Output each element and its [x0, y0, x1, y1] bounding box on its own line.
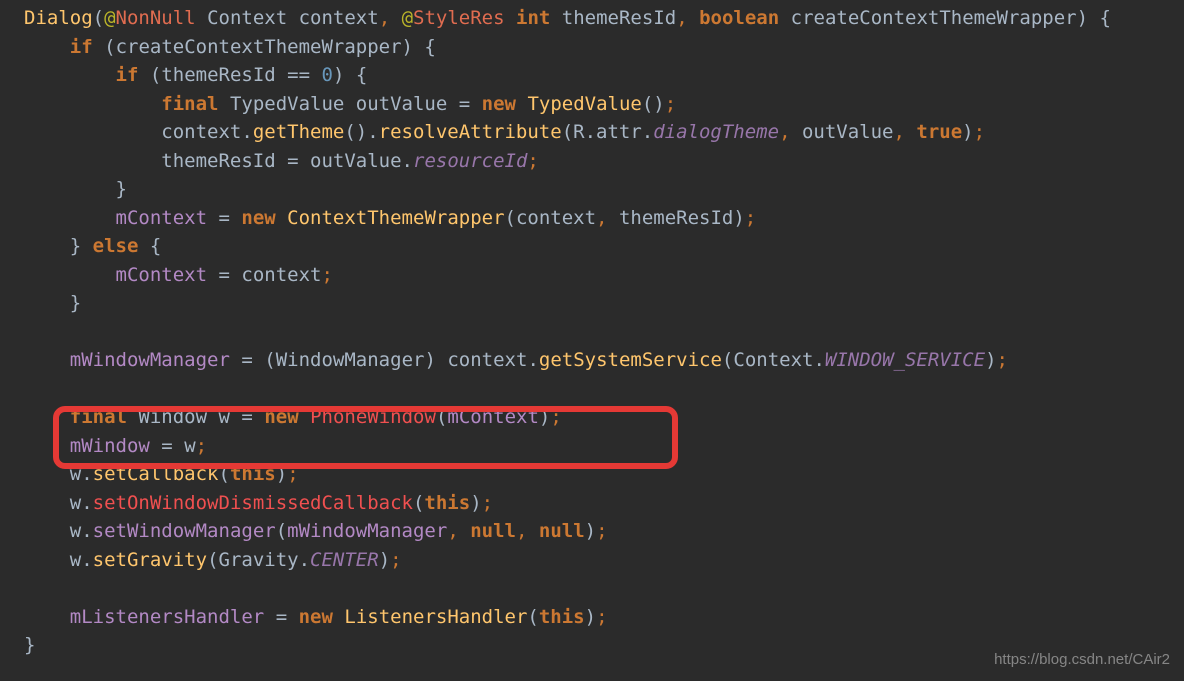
- token: outValue: [356, 93, 448, 115]
- field-ref: mListenersHandler: [70, 606, 264, 628]
- number-literal: 0: [322, 64, 333, 86]
- token: Dialog: [24, 7, 93, 29]
- field-ref: resourceId: [413, 150, 527, 172]
- token: w: [70, 492, 81, 514]
- field-ref: dialogTheme: [653, 121, 779, 143]
- token: Gravity: [219, 549, 299, 571]
- keyword: null: [470, 520, 516, 542]
- token: themeResId: [161, 150, 275, 172]
- keyword: int: [516, 7, 550, 29]
- keyword: final: [161, 93, 218, 115]
- field-ref: mContext: [116, 264, 208, 286]
- method-call: getTheme: [253, 121, 345, 143]
- keyword: final: [70, 406, 127, 428]
- token: outValue: [802, 121, 894, 143]
- code-block: Dialog(@NonNull Context context, @StyleR…: [0, 0, 1184, 660]
- param: createContextThemeWrapper: [791, 7, 1077, 29]
- keyword: new: [241, 207, 275, 229]
- token: Window: [138, 406, 207, 428]
- token: context: [161, 121, 241, 143]
- field-ref: mContext: [116, 207, 208, 229]
- token: ListenersHandler: [344, 606, 527, 628]
- token: themeResId: [619, 207, 733, 229]
- keyword: else: [93, 235, 139, 257]
- token: w: [70, 520, 81, 542]
- method-call: setWindowManager: [93, 520, 276, 542]
- keyword: if: [116, 64, 139, 86]
- token: WindowManager: [276, 349, 425, 371]
- constant: WINDOW_SERVICE: [825, 349, 985, 371]
- field-ref: mWindow: [70, 435, 150, 457]
- token: context: [447, 349, 527, 371]
- token: outValue: [310, 150, 402, 172]
- keyword: boolean: [699, 7, 779, 29]
- token: createContextThemeWrapper: [116, 36, 402, 58]
- method-call: getSystemService: [539, 349, 722, 371]
- keyword: new: [482, 93, 516, 115]
- token: Context: [733, 349, 813, 371]
- token: w: [70, 463, 81, 485]
- watermark-text: https://blog.csdn.net/CAir2: [994, 649, 1170, 672]
- token: w: [219, 406, 230, 428]
- keyword: true: [916, 121, 962, 143]
- method-call: setGravity: [93, 549, 207, 571]
- keyword: this: [539, 606, 585, 628]
- field-ref: mContext: [447, 406, 539, 428]
- annotation-at: @: [402, 7, 413, 29]
- keyword: this: [424, 492, 470, 514]
- token: themeResId: [161, 64, 275, 86]
- token: context: [516, 207, 596, 229]
- token: w: [184, 435, 195, 457]
- annotation-nonnull: NonNull: [116, 7, 196, 29]
- param: themeResId: [562, 7, 676, 29]
- constant: CENTER: [310, 549, 379, 571]
- field-ref: mWindowManager: [287, 520, 447, 542]
- keyword: new: [299, 606, 333, 628]
- field-ref: mWindowManager: [70, 349, 230, 371]
- param: context: [299, 7, 379, 29]
- token: w: [70, 549, 81, 571]
- token: PhoneWindow: [310, 406, 436, 428]
- token: context: [241, 264, 321, 286]
- keyword: null: [539, 520, 585, 542]
- keyword: new: [264, 406, 298, 428]
- keyword: if: [70, 36, 93, 58]
- method-call: setCallback: [93, 463, 219, 485]
- annotation-styleres: StyleRes: [413, 7, 505, 29]
- method-call: setOnWindowDismissedCallback: [93, 492, 413, 514]
- method-call: resolveAttribute: [379, 121, 562, 143]
- keyword: this: [230, 463, 276, 485]
- token: TypedValue: [230, 93, 344, 115]
- token: Context: [207, 7, 287, 29]
- token: R.attr.: [573, 121, 653, 143]
- token: ContextThemeWrapper: [287, 207, 504, 229]
- token: TypedValue: [527, 93, 641, 115]
- annotation-at: @: [104, 7, 115, 29]
